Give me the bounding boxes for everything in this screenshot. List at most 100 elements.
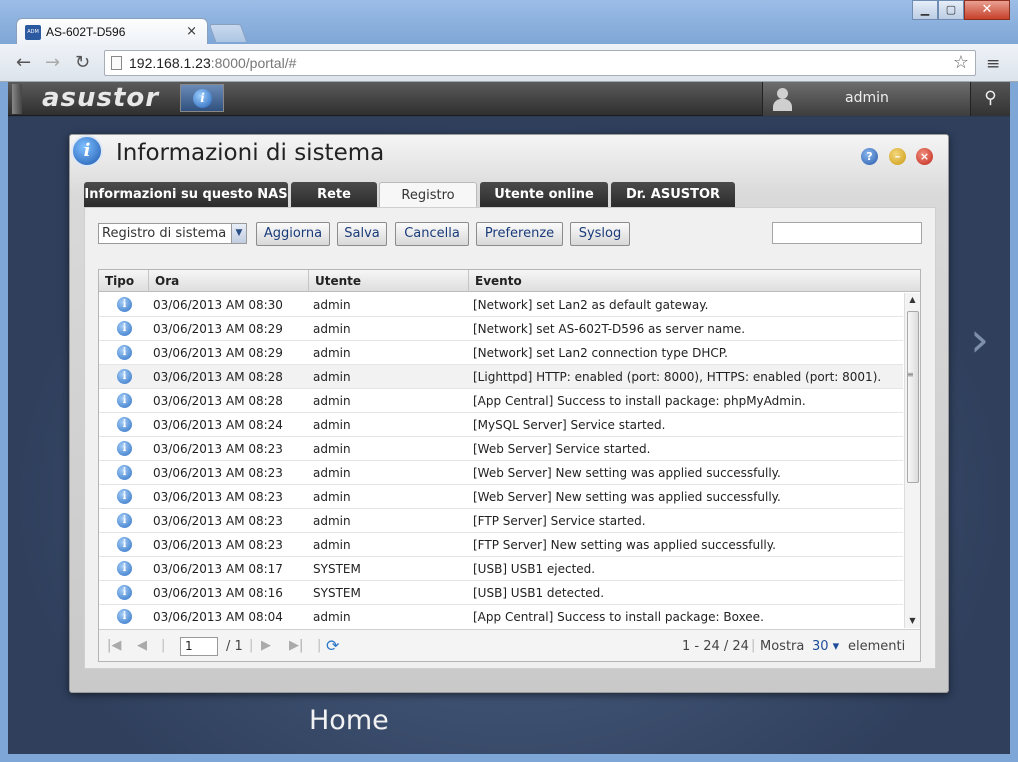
table-row[interactable]: i 03/06/2013 AM 08:28 admin [App Central] S… [99, 389, 903, 413]
search-icon[interactable]: ⚲ [970, 82, 1010, 116]
table-row[interactable]: i 03/06/2013 AM 08:29 admin [Network] set L… [99, 341, 903, 365]
cell-user: admin [313, 514, 351, 528]
new-tab-button[interactable] [208, 24, 248, 42]
column-header-user[interactable]: Utente [309, 270, 469, 292]
cell-event: [Web Server] Service started. [473, 442, 651, 456]
log-type-select[interactable]: Registro di sistema ▼ [98, 223, 247, 244]
info-icon: i [193, 89, 212, 108]
help-icon[interactable]: ? [861, 148, 878, 165]
cell-event: [Network] set Lan2 as default gateway. [473, 298, 709, 312]
column-header-time[interactable]: Ora [149, 270, 309, 292]
info-icon: i [117, 513, 132, 528]
star-icon[interactable]: ☆ [953, 52, 969, 73]
table-row[interactable]: i 03/06/2013 AM 08:23 admin [FTP Server] Se… [99, 509, 903, 533]
window-minimize-button[interactable]: ▁ [912, 0, 938, 20]
info-icon: i [117, 489, 132, 504]
window-close-button[interactable]: ✕ [964, 0, 1010, 20]
tab-log[interactable]: Registro [379, 182, 477, 208]
table-row[interactable]: i 03/06/2013 AM 08:28 admin [Lighttpd] HTTP… [99, 365, 903, 389]
table-scrollbar[interactable]: ▲ ≡ ▼ [904, 293, 920, 628]
info-icon: i [117, 369, 132, 384]
table-header: Tipo Ora Utente Evento [99, 270, 920, 292]
cell-user: admin [313, 442, 351, 456]
refresh-button[interactable]: Aggiorna [256, 222, 330, 246]
tab-online-users[interactable]: Utente online [480, 182, 608, 207]
tab-close-icon[interactable]: × [186, 24, 197, 39]
table-row[interactable]: i 03/06/2013 AM 08:23 admin [Web Server] Ne… [99, 461, 903, 485]
delete-button[interactable]: Cancella [395, 222, 469, 246]
info-icon: i [117, 393, 132, 408]
asustor-topbar: asustor i admin ⚲ [8, 82, 1010, 116]
refresh-icon[interactable]: ⟳ [326, 636, 339, 655]
scroll-thumb[interactable] [907, 311, 919, 483]
items-label: elementi [848, 639, 906, 654]
show-label: Mostra [760, 639, 805, 654]
asustor-logo: asustor [42, 83, 160, 113]
column-header-event[interactable]: Evento [469, 270, 920, 292]
minimize-icon[interactable]: – [889, 148, 906, 165]
scroll-up-icon[interactable]: ▲ [905, 293, 920, 307]
column-header-type[interactable]: Tipo [99, 270, 149, 292]
first-page-icon[interactable]: |◀ [107, 638, 121, 653]
close-icon[interactable]: × [916, 148, 933, 165]
next-arrow-icon[interactable]: › [970, 312, 989, 368]
window-maximize-button[interactable]: ▢ [938, 0, 964, 20]
save-button[interactable]: Salva [337, 222, 387, 246]
table-row[interactable]: i 03/06/2013 AM 08:30 admin [Network] set L… [99, 293, 903, 317]
topbar-grip [12, 84, 22, 114]
log-type-value: Registro di sistema [102, 226, 227, 241]
syslog-button[interactable]: Syslog [570, 222, 630, 246]
cell-time: 03/06/2013 AM 08:28 [153, 394, 283, 408]
window-frame-bottom [0, 754, 1018, 762]
system-info-app-button[interactable]: i [180, 84, 224, 112]
cell-user: admin [313, 538, 351, 552]
browser-tab[interactable]: ADM AS-602T-D596 × [16, 18, 208, 45]
asustor-favicon-icon: ADM [25, 25, 41, 40]
back-icon[interactable]: ← [16, 52, 31, 73]
tab-dr-asustor[interactable]: Dr. ASUSTOR [611, 182, 735, 207]
tab-network[interactable]: Rete [291, 182, 377, 207]
table-row[interactable]: i 03/06/2013 AM 08:24 admin [MySQL Server] … [99, 413, 903, 437]
table-row[interactable]: i 03/06/2013 AM 08:04 admin [App Central] S… [99, 605, 903, 628]
table-row[interactable]: i 03/06/2013 AM 08:16 SYSTEM [USB] USB1 det… [99, 581, 903, 605]
pager-separator: | [249, 638, 254, 653]
address-bar[interactable]: 192.168.1.23:8000/portal/# ☆ [104, 50, 976, 76]
dialog-title: Informazioni di sistema [116, 140, 385, 166]
user-menu[interactable]: admin [762, 82, 970, 116]
table-body: i 03/06/2013 AM 08:30 admin [Network] set L… [99, 293, 903, 628]
info-icon: i [117, 441, 132, 456]
page-size-select[interactable]: 30 ▾ [812, 639, 839, 654]
preferences-button[interactable]: Preferenze [476, 222, 563, 246]
forward-icon[interactable]: → [45, 52, 60, 73]
cell-user: admin [313, 322, 351, 336]
table-row[interactable]: i 03/06/2013 AM 08:29 admin [Network] set A… [99, 317, 903, 341]
info-icon: i [117, 345, 132, 360]
menu-icon[interactable]: ≡ [986, 54, 1000, 74]
info-icon: i [117, 321, 132, 336]
cell-user: admin [313, 394, 351, 408]
browser-titlebar: ADM AS-602T-D596 × ▁ ▢ ✕ [0, 0, 1018, 45]
table-row[interactable]: i 03/06/2013 AM 08:23 admin [Web Server] Se… [99, 437, 903, 461]
window-frame-right [1010, 82, 1018, 762]
tab-about-nas[interactable]: Informazioni su questo NAS [84, 182, 288, 207]
cell-user: admin [313, 466, 351, 480]
search-input[interactable] [772, 222, 922, 244]
table-row[interactable]: i 03/06/2013 AM 08:23 admin [FTP Server] Ne… [99, 533, 903, 557]
prev-page-icon[interactable]: ◀ [137, 638, 147, 653]
scroll-down-icon[interactable]: ▼ [905, 614, 920, 628]
cell-user: admin [313, 298, 351, 312]
browser-toolbar: ← → ↻ 192.168.1.23:8000/portal/# ☆ ≡ [0, 44, 1018, 82]
reload-icon[interactable]: ↻ [75, 52, 90, 73]
info-icon: i [117, 537, 132, 552]
chevron-down-icon: ▼ [231, 224, 246, 243]
table-row[interactable]: i 03/06/2013 AM 08:17 SYSTEM [USB] USB1 eje… [99, 557, 903, 581]
pager-separator: | [317, 638, 322, 653]
cell-user: SYSTEM [313, 586, 361, 600]
cell-time: 03/06/2013 AM 08:29 [153, 346, 283, 360]
page-number-input[interactable]: 1 [180, 637, 218, 656]
next-page-icon[interactable]: ▶ [261, 638, 271, 653]
table-row[interactable]: i 03/06/2013 AM 08:23 admin [Web Server] Ne… [99, 485, 903, 509]
cell-event: [App Central] Success to install package… [473, 394, 806, 408]
cell-time: 03/06/2013 AM 08:30 [153, 298, 283, 312]
last-page-icon[interactable]: ▶| [289, 638, 303, 653]
